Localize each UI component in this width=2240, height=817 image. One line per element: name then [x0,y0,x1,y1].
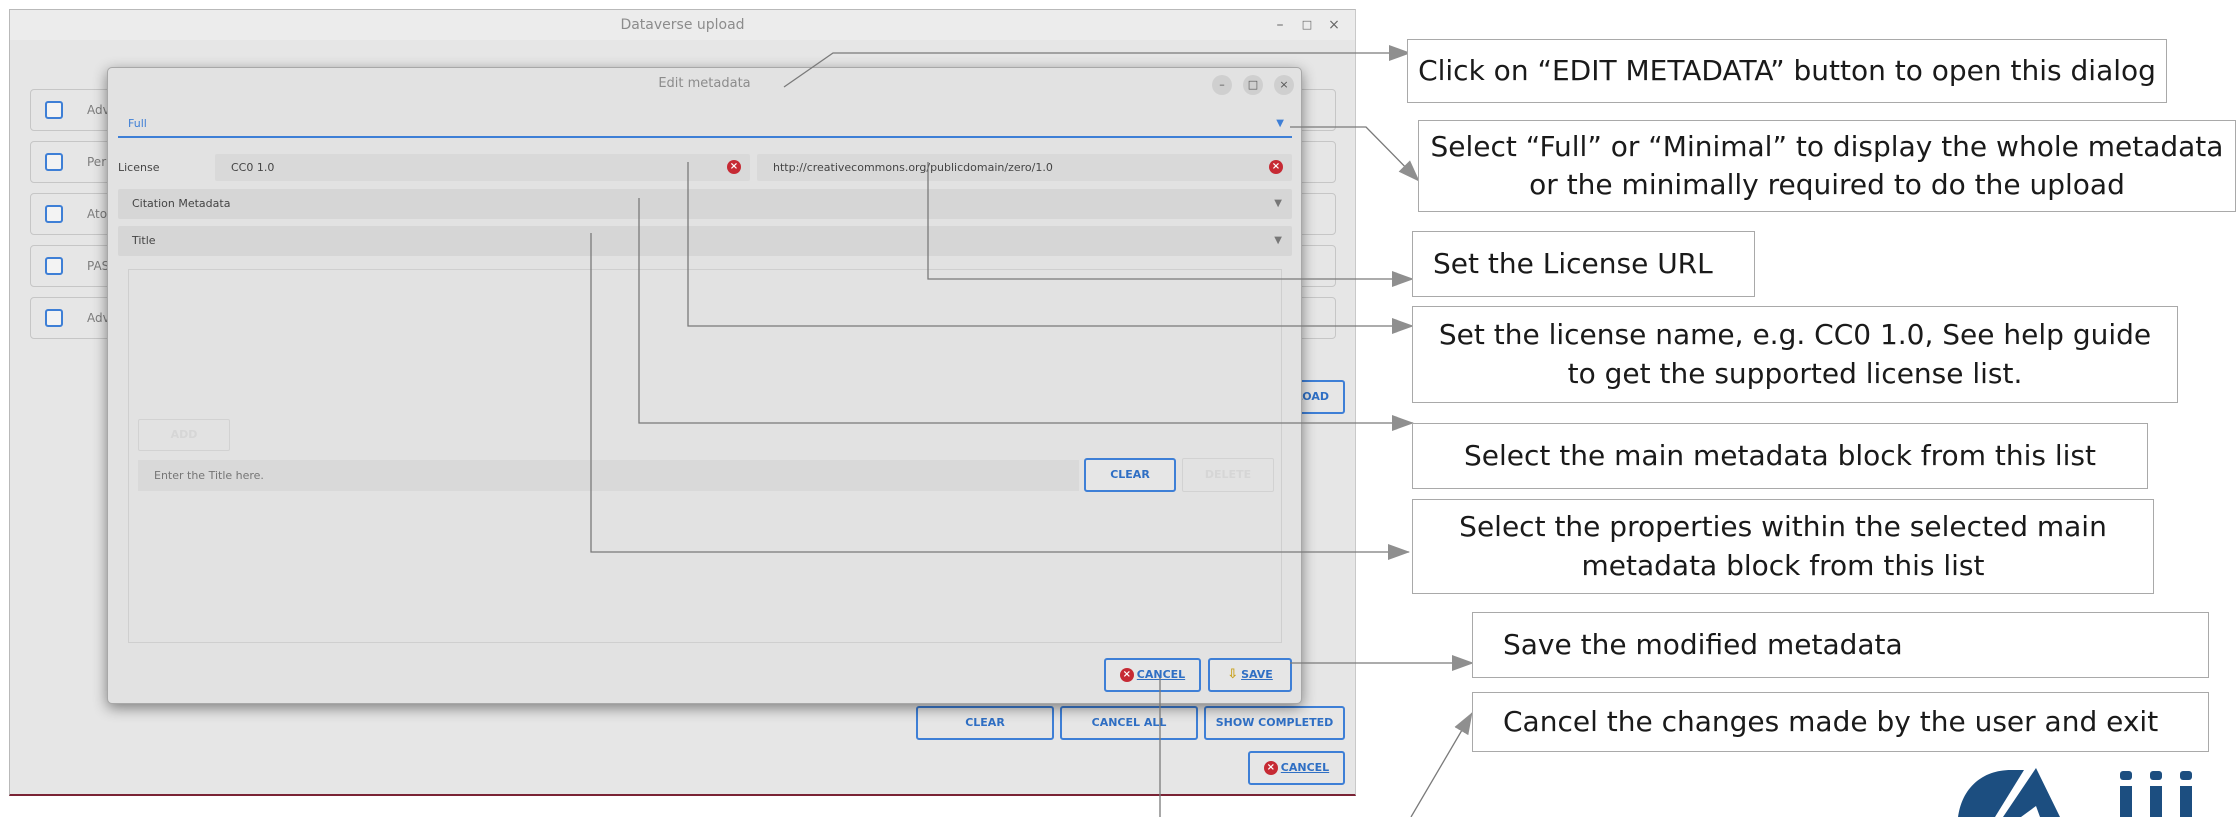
institution-logo [1958,768,2192,817]
